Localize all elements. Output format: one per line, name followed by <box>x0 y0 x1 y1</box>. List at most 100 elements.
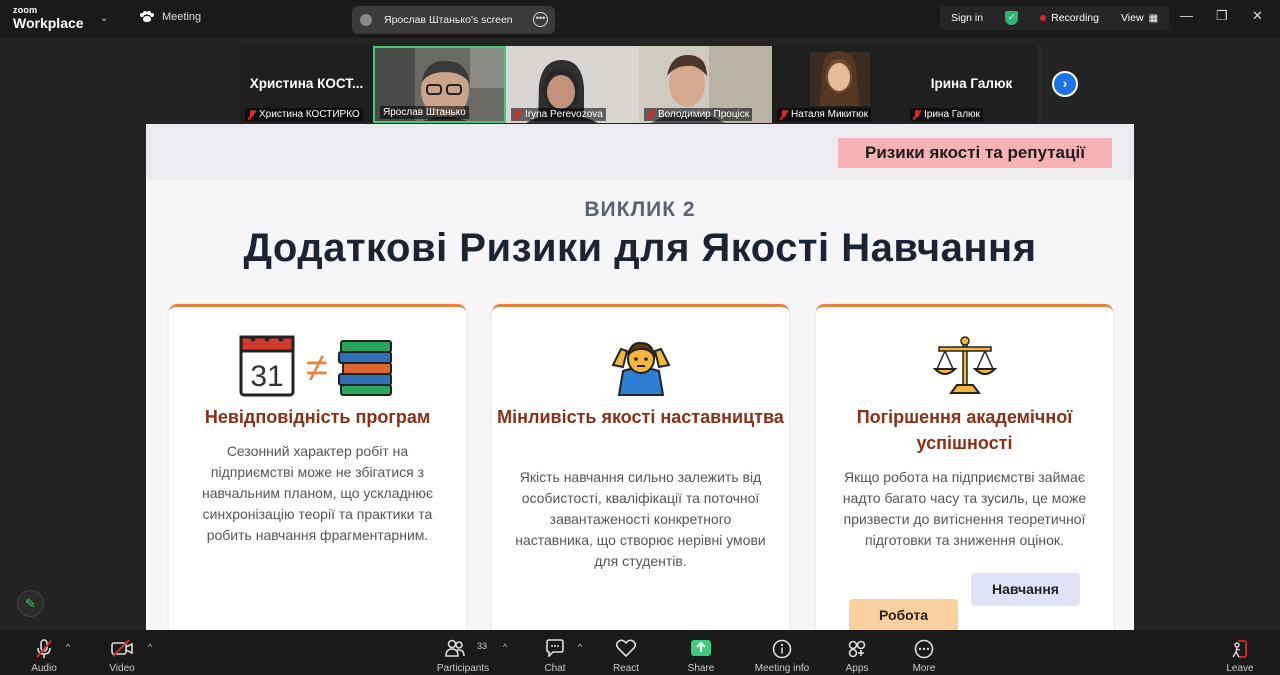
meeting-info-label: Meeting info <box>754 663 810 674</box>
mic-muted-icon <box>514 109 522 120</box>
top-bar: zoom Workplace ⌄ Meeting Ярослав Штанько… <box>0 0 1280 38</box>
restore-icon[interactable]: ❐ <box>1216 8 1228 24</box>
camera-off-icon <box>111 639 133 657</box>
participant-tile[interactable]: Наталя Микитюк <box>772 46 905 123</box>
participant-name: Ярослав Штанько <box>383 107 466 118</box>
leave-icon <box>1232 640 1247 658</box>
shared-screen-tab[interactable]: Ярослав Штанько's screen ••• <box>352 6 555 34</box>
sign-in-label: Sign in <box>951 12 984 24</box>
grid-icon: ▦ <box>1148 12 1159 24</box>
minimize-icon[interactable]: — <box>1180 8 1193 23</box>
info-icon <box>772 639 792 659</box>
participant-name: Наталя Микитюк <box>791 109 868 120</box>
sign-in-button[interactable]: Sign in <box>940 12 994 24</box>
card-title: Мінливість якості наставництва <box>497 407 784 427</box>
meeting-label: Meeting <box>162 11 202 23</box>
meeting-toolbar: Audio ^ Video ^ 33 Participants ^ Chat ^… <box>0 630 1280 675</box>
slide-tag: Ризики якості та репутації <box>838 138 1112 168</box>
view-label: View <box>1120 12 1144 24</box>
view-button[interactable]: View ▦ <box>1110 12 1169 24</box>
audio-button[interactable]: Audio <box>22 630 66 675</box>
participant-name: Володимир Проціск <box>658 109 750 120</box>
participant-tile[interactable]: Ірина Галюк Ірина Галюк <box>905 46 1038 123</box>
leave-label: Leave <box>1226 663 1254 674</box>
participant-caption: Ярослав Штанько <box>380 106 469 119</box>
participant-name: Ірина Галюк <box>924 109 980 120</box>
card-text: Якість навчання сильно залежить від особ… <box>515 469 766 569</box>
more-label: More <box>912 663 936 674</box>
chevron-down-icon[interactable]: ⌄ <box>100 13 108 24</box>
audio-options-caret-icon[interactable]: ^ <box>66 642 70 652</box>
react-button[interactable]: React <box>606 630 646 675</box>
participant-tile[interactable]: Iryna Perevozova <box>506 46 639 123</box>
person-shrugging-icon <box>611 341 671 396</box>
chat-label: Chat <box>544 663 566 674</box>
react-label: React <box>612 663 640 674</box>
next-page-button[interactable]: › <box>1052 71 1078 97</box>
recording-dot-icon <box>1040 15 1047 21</box>
logo-line1: zoom <box>13 5 38 15</box>
avatar <box>360 14 372 26</box>
apps-icon <box>848 640 866 658</box>
video-label: Video <box>109 663 135 674</box>
participant-caption: Наталя Микитюк <box>777 108 871 121</box>
participants-count: 33 <box>477 641 488 651</box>
close-icon[interactable]: ✕ <box>1252 8 1263 24</box>
participants-options-caret-icon[interactable]: ^ <box>503 642 507 652</box>
leave-button[interactable]: Leave <box>1220 630 1260 675</box>
mic-muted-icon <box>913 109 921 120</box>
more-button[interactable]: More <box>905 630 943 675</box>
chat-options-caret-icon[interactable]: ^ <box>578 642 582 652</box>
security-shield[interactable]: ✓ <box>994 11 1029 25</box>
share-button[interactable]: Share <box>680 630 722 675</box>
participant-tile[interactable]: Христина КОСТ... Христина КОСТИРКО <box>240 46 373 123</box>
slide-headline: Додаткові Ризики для Якості Навчання <box>243 226 1037 270</box>
logo-line2: Workplace <box>13 15 84 31</box>
more-icon <box>914 639 934 659</box>
share-screen-icon <box>691 640 711 656</box>
card-title: Невідповідність програм <box>204 407 431 427</box>
calendar-not-equal-books-icon: 31 ≠ <box>239 335 392 397</box>
participants-button[interactable]: 33 Participants <box>434 630 492 675</box>
apps-button[interactable]: Apps <box>838 630 876 675</box>
participant-tile-active[interactable]: Ярослав Штанько <box>373 46 506 123</box>
shared-screen-label: Ярослав Штанько's screen <box>384 14 513 26</box>
participant-caption: Iryna Perevozova <box>511 108 606 121</box>
more-options-icon[interactable]: ••• <box>533 12 548 27</box>
work-pill: Робота <box>849 599 958 630</box>
svg-text:≠: ≠ <box>306 346 328 390</box>
participants-icon <box>445 639 465 657</box>
participant-caption: Ірина Галюк <box>910 108 983 121</box>
participant-big-name: Христина КОСТ... <box>249 76 364 91</box>
card-text: Якщо робота на підприємстві займає надто… <box>842 469 1087 548</box>
mic-muted-icon <box>647 109 655 120</box>
recording-label: Recording <box>1051 12 1099 24</box>
participant-strip: Христина КОСТ... Христина КОСТИРКО Яросл… <box>240 46 1041 123</box>
chat-button[interactable]: Chat <box>536 630 574 675</box>
participants-label: Participants <box>436 663 490 674</box>
video-button[interactable]: Video <box>100 630 144 675</box>
participant-tile[interactable]: Володимир Проціск <box>639 46 772 123</box>
participant-name: Христина КОСТИРКО <box>259 109 360 120</box>
participant-caption: Христина КОСТИРКО <box>245 108 363 121</box>
recording-indicator[interactable]: Recording <box>1029 12 1110 24</box>
chat-icon <box>546 639 564 657</box>
card-program-mismatch: 31 ≠ Невідповідність програм Сезонний ха… <box>169 304 466 630</box>
shield-icon: ✓ <box>1005 11 1019 25</box>
card-mentoring-quality: Мінливість якості наставництва Якість на… <box>492 304 789 630</box>
study-pill: Навчання <box>971 573 1080 606</box>
meeting-info-button[interactable]: Meeting info <box>752 630 812 675</box>
heart-icon <box>616 639 636 657</box>
mic-muted-icon <box>36 639 52 658</box>
apps-label: Apps <box>845 663 869 674</box>
top-right-controls: Sign in ✓ Recording View ▦ <box>940 6 1170 30</box>
card-academic-performance: Погіршення академічної успішності Якщо р… <box>816 304 1113 630</box>
mic-muted-icon <box>248 109 256 120</box>
slide-subtitle: ВИКЛИК 2 <box>584 198 696 221</box>
video-options-caret-icon[interactable]: ^ <box>148 642 152 652</box>
zoom-logo[interactable]: zoom Workplace <box>13 5 84 31</box>
participant-caption: Володимир Проціск <box>644 108 753 121</box>
meeting-menu[interactable]: Meeting <box>140 11 201 23</box>
calendar-day: 31 <box>250 360 283 393</box>
annotate-pen-icon[interactable]: ✎ <box>17 590 44 617</box>
